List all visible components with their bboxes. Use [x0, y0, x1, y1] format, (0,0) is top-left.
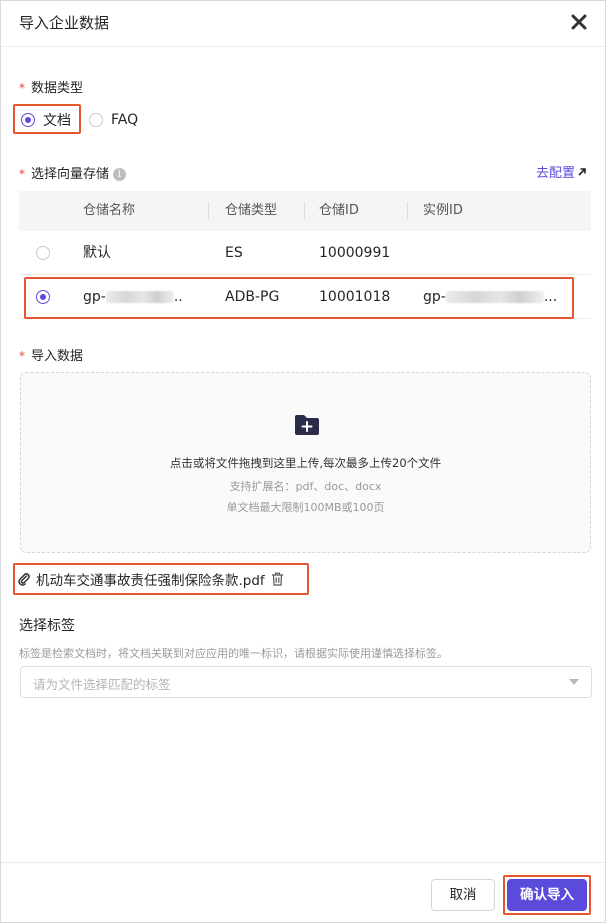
- dropdown-arrow-icon: [569, 679, 579, 685]
- column-divider: [208, 202, 209, 220]
- uploaded-file-item: 机动车交通事故责任强制保险条款.pdf: [18, 569, 284, 589]
- uploaded-file-name[interactable]: 机动车交通事故责任强制保险条款.pdf: [36, 569, 265, 589]
- data-type-option-doc[interactable]: 文档: [21, 110, 71, 130]
- column-divider: [407, 202, 408, 220]
- radio-doc[interactable]: [21, 113, 35, 127]
- data-type-option-doc-label: 文档: [43, 113, 71, 129]
- external-arrow-icon: [578, 167, 586, 176]
- row-radio[interactable]: [36, 246, 50, 260]
- close-button[interactable]: [567, 10, 591, 34]
- vector-store-table: 仓储名称 仓储类型 仓储ID 实例ID 默认 ES 10000991 gp-..…: [19, 191, 591, 319]
- tag-select[interactable]: 请为文件选择匹配的标签: [20, 666, 592, 698]
- cell-id: 10000991: [319, 245, 391, 261]
- dialog-header: 导入企业数据: [1, 1, 605, 47]
- column-header-instance: 实例ID: [423, 203, 463, 218]
- cell-name: 默认: [83, 245, 111, 261]
- paperclip-icon: [18, 573, 30, 586]
- required-mark: *: [19, 349, 25, 363]
- data-type-label: * 数据类型: [19, 81, 84, 96]
- import-data-label: * 导入数据: [19, 349, 84, 364]
- folder-add-icon: [295, 415, 319, 435]
- confirm-import-button[interactable]: 确认导入: [507, 879, 587, 911]
- close-icon[interactable]: [571, 14, 587, 30]
- column-header-type: 仓储类型: [225, 203, 278, 218]
- vector-store-label: * 选择向量存储 i: [19, 163, 127, 182]
- column-header-name: 仓储名称: [83, 203, 136, 218]
- column-divider: [304, 202, 305, 220]
- import-dialog: 导入企业数据 * 数据类型 文档 FAQ * 选择向量存储 i 去配置 仓储名称 仓储…: [0, 0, 606, 923]
- info-icon[interactable]: i: [113, 168, 127, 181]
- table-header: 仓储名称 仓储类型 仓储ID 实例ID: [19, 191, 591, 231]
- tag-section-title: 选择标签: [19, 618, 75, 634]
- cell-type: ES: [225, 245, 243, 261]
- highlight-box-selected-row: [24, 277, 574, 319]
- required-mark: *: [19, 81, 25, 95]
- delete-icon[interactable]: [271, 572, 284, 586]
- dropzone-size-limit: 单文档最大限制100MB或100页: [226, 501, 385, 514]
- tag-select-placeholder: 请为文件选择匹配的标签: [33, 677, 171, 692]
- cancel-button[interactable]: 取消: [431, 879, 495, 911]
- tag-section-hint: 标签是检索文档时，将文档关联到对应应用的唯一标识，请根据实际使用谨慎选择标签。: [19, 647, 448, 660]
- dropzone-extensions: 支持扩展名：pdf、doc、docx: [229, 480, 382, 493]
- dialog-footer: 取消 确认导入: [1, 862, 605, 922]
- column-header-id: 仓储ID: [319, 203, 359, 218]
- configure-link[interactable]: 去配置: [536, 162, 587, 181]
- data-type-option-faq-label: FAQ: [111, 112, 139, 128]
- table-row-default[interactable]: 默认 ES 10000991: [19, 231, 591, 275]
- dialog-title: 导入企业数据: [19, 14, 110, 32]
- dropzone-instruction: 点击或将文件拖拽到这里上传,每次最多上传20个文件: [169, 456, 442, 470]
- required-mark: *: [19, 167, 25, 181]
- upload-dropzone[interactable]: 点击或将文件拖拽到这里上传,每次最多上传20个文件 支持扩展名：pdf、doc、…: [20, 372, 591, 553]
- radio-faq[interactable]: [89, 113, 103, 127]
- data-type-option-faq[interactable]: FAQ: [89, 110, 138, 130]
